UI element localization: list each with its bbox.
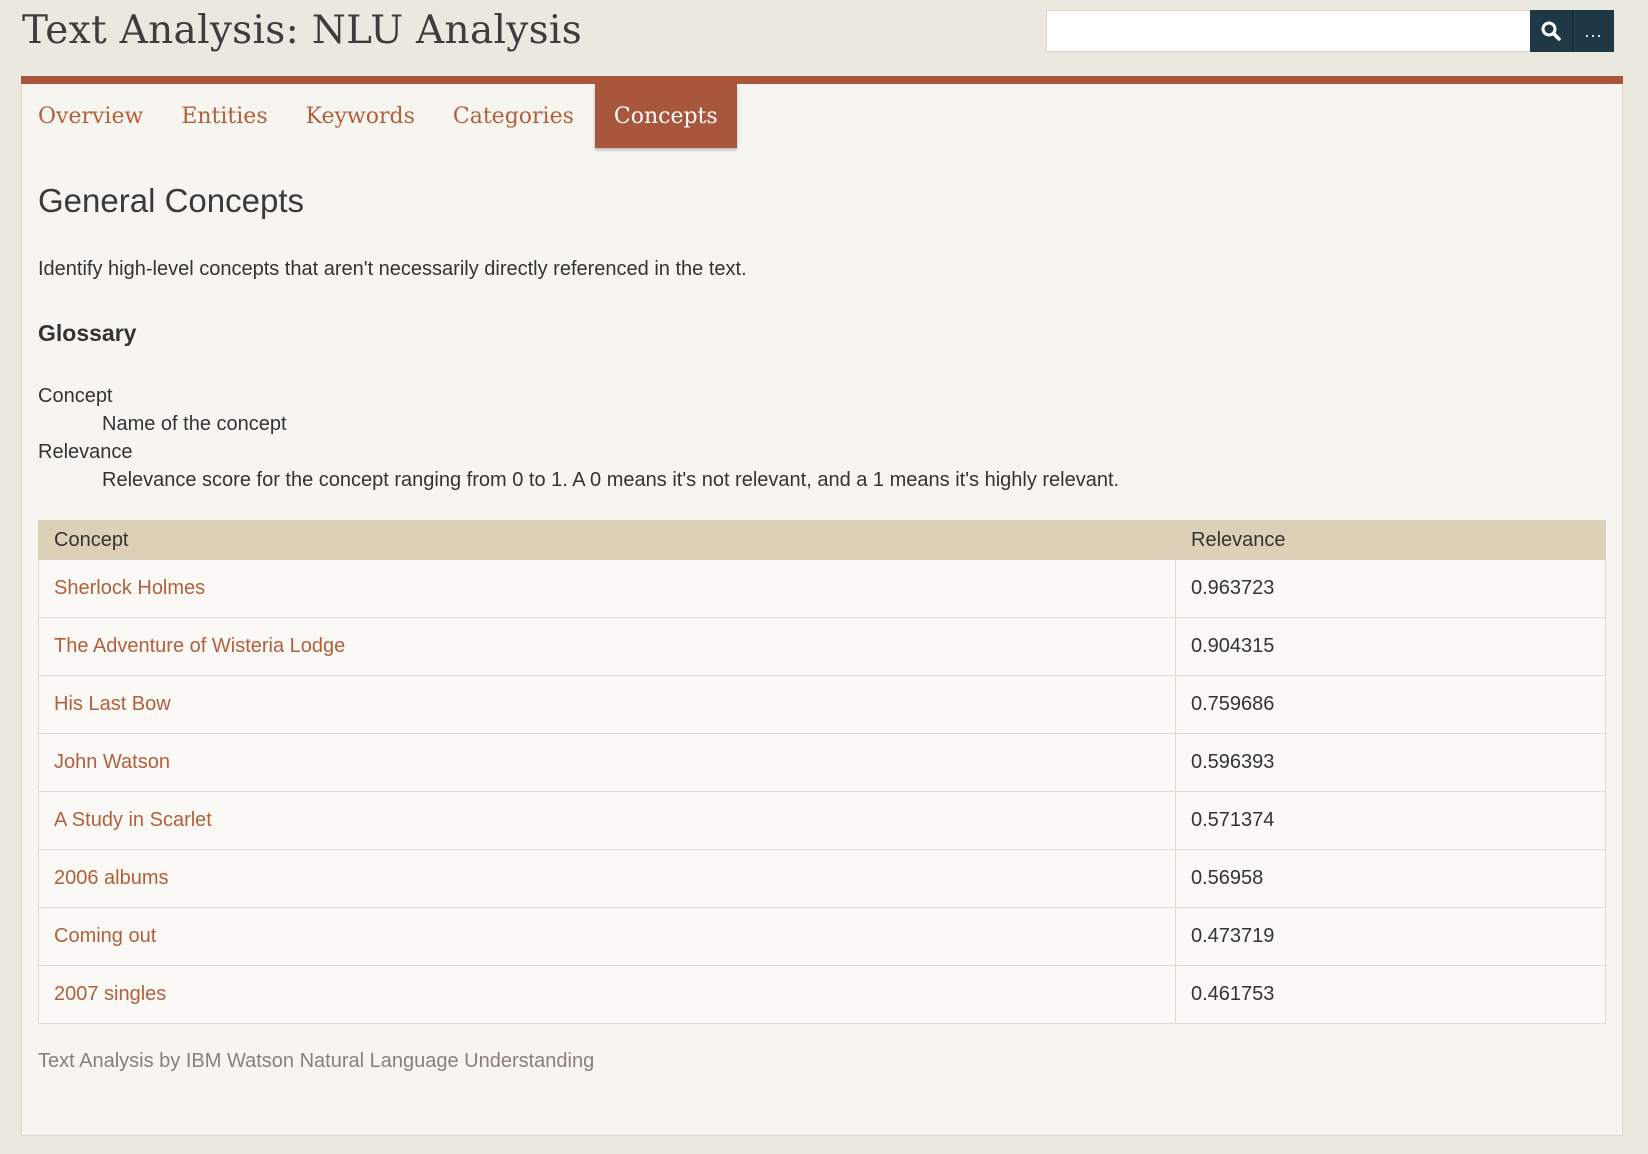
relevance-cell: 0.963723 bbox=[1175, 559, 1606, 618]
table-row: John Watson 0.596393 bbox=[38, 733, 1606, 792]
section-title: General Concepts bbox=[38, 182, 304, 219]
relevance-cell: 0.56958 bbox=[1175, 849, 1606, 908]
top-bar: Text Analysis: NLU Analysis ... bbox=[0, 0, 1648, 80]
relevance-cell: 0.759686 bbox=[1175, 675, 1606, 734]
search-input[interactable] bbox=[1046, 10, 1530, 52]
search-bar: ... bbox=[1046, 10, 1614, 54]
concept-link[interactable]: John Watson bbox=[54, 751, 170, 773]
concept-link[interactable]: Sherlock Holmes bbox=[54, 577, 205, 599]
concept-cell: John Watson bbox=[38, 733, 1176, 792]
concept-cell: Sherlock Holmes bbox=[38, 559, 1176, 618]
concept-cell: His Last Bow bbox=[38, 675, 1176, 734]
concepts-table: Concept Relevance Sherlock Holmes 0.9637… bbox=[38, 520, 1606, 1024]
section-description: Identify high-level concepts that aren't… bbox=[38, 258, 747, 280]
concept-link[interactable]: His Last Bow bbox=[54, 693, 171, 715]
search-icon bbox=[1541, 21, 1561, 41]
more-options-button[interactable]: ... bbox=[1572, 10, 1614, 52]
relevance-cell: 0.461753 bbox=[1175, 965, 1606, 1024]
concept-link[interactable]: A Study in Scarlet bbox=[54, 809, 212, 831]
app-title: Text Analysis: NLU Analysis bbox=[22, 8, 583, 53]
table-row: The Adventure of Wisteria Lodge 0.904315 bbox=[38, 617, 1606, 676]
tab-concepts[interactable]: Concepts bbox=[594, 84, 737, 148]
glossary-list: Concept Name of the concept Relevance Re… bbox=[38, 382, 1119, 494]
table-row: Coming out 0.473719 bbox=[38, 907, 1606, 966]
glossary-title: Glossary bbox=[38, 320, 137, 346]
accent-bar bbox=[21, 76, 1623, 84]
concept-link[interactable]: The Adventure of Wisteria Lodge bbox=[54, 635, 345, 657]
table-row: His Last Bow 0.759686 bbox=[38, 675, 1606, 734]
concept-link[interactable]: 2007 singles bbox=[54, 983, 166, 1005]
table-row: A Study in Scarlet 0.571374 bbox=[38, 791, 1606, 850]
concept-cell: A Study in Scarlet bbox=[38, 791, 1176, 850]
content-panel: Overview Entities Keywords Categories Co… bbox=[21, 84, 1623, 1136]
tab-bar: Overview Entities Keywords Categories Co… bbox=[38, 84, 737, 148]
tab-entities[interactable]: Entities bbox=[162, 84, 286, 148]
tab-overview[interactable]: Overview bbox=[38, 84, 162, 148]
concept-cell: 2007 singles bbox=[38, 965, 1176, 1024]
concept-cell: The Adventure of Wisteria Lodge bbox=[38, 617, 1176, 676]
footer-credit: Text Analysis by IBM Watson Natural Lang… bbox=[38, 1050, 595, 1072]
table-row: Sherlock Holmes 0.963723 bbox=[38, 559, 1606, 618]
column-header-concept: Concept bbox=[38, 520, 1176, 560]
table-row: 2007 singles 0.461753 bbox=[38, 965, 1606, 1024]
glossary-definition: Name of the concept bbox=[102, 413, 287, 435]
search-button[interactable] bbox=[1530, 10, 1572, 52]
tab-categories[interactable]: Categories bbox=[434, 84, 593, 148]
tab-keywords[interactable]: Keywords bbox=[287, 84, 434, 148]
relevance-cell: 0.596393 bbox=[1175, 733, 1606, 792]
concept-link[interactable]: Coming out bbox=[54, 925, 156, 947]
glossary-definition: Relevance score for the concept ranging … bbox=[102, 469, 1120, 491]
relevance-cell: 0.473719 bbox=[1175, 907, 1606, 966]
concept-cell: 2006 albums bbox=[38, 849, 1176, 908]
table-row: 2006 albums 0.56958 bbox=[38, 849, 1606, 908]
concept-cell: Coming out bbox=[38, 907, 1176, 966]
glossary-term: Relevance bbox=[38, 441, 133, 463]
table-header-row: Concept Relevance bbox=[38, 520, 1606, 560]
relevance-cell: 0.904315 bbox=[1175, 617, 1606, 676]
glossary-term: Concept bbox=[38, 385, 113, 407]
relevance-cell: 0.571374 bbox=[1175, 791, 1606, 850]
column-header-relevance: Relevance bbox=[1175, 520, 1606, 560]
concept-link[interactable]: 2006 albums bbox=[54, 867, 169, 889]
